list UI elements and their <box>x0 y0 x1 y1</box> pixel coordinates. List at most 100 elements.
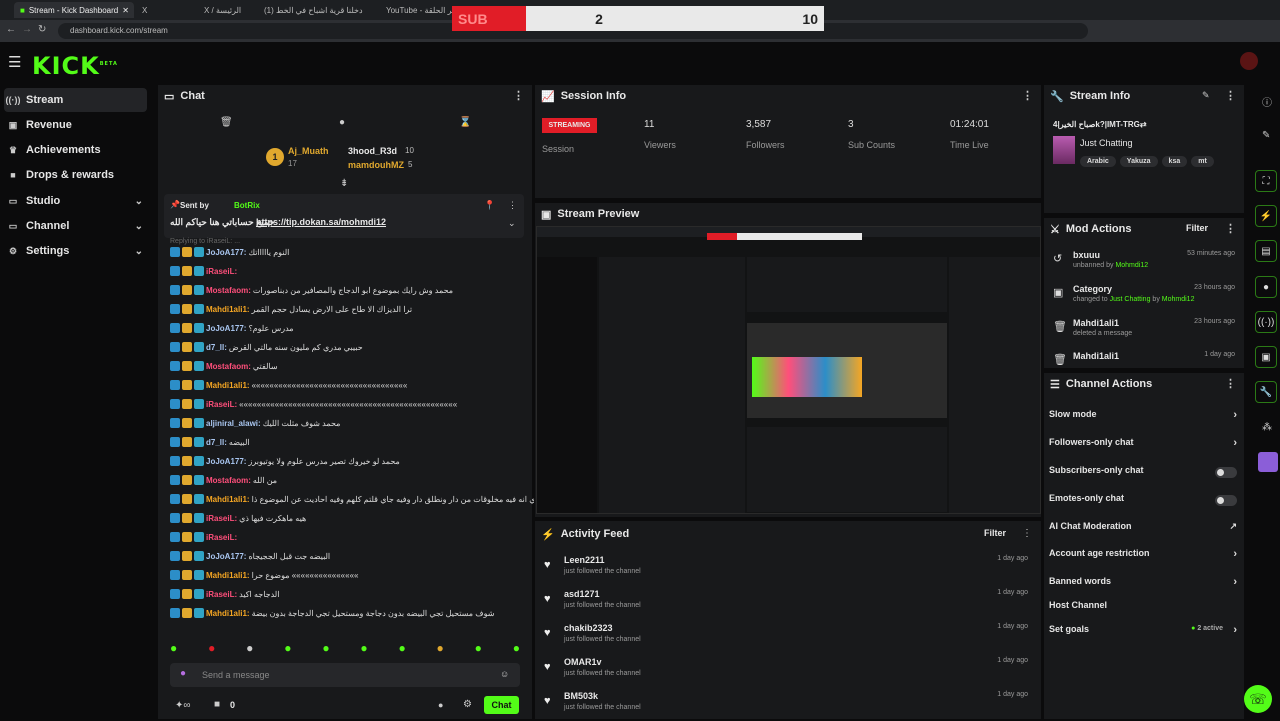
more-icon[interactable]: ⋮ <box>1225 89 1236 102</box>
banned-words-row[interactable]: Banned words › <box>1049 576 1239 592</box>
chat-bubble-icon[interactable]: ● <box>339 117 345 128</box>
activity-username[interactable]: OMAR1v <box>564 657 602 667</box>
menu-icon[interactable]: ☰ <box>8 53 21 71</box>
chat-username[interactable]: JoJoA177: <box>206 552 246 561</box>
sidebar-item-drops[interactable]: ■ Drops & rewards <box>4 163 147 187</box>
reload-icon[interactable]: ↻ <box>38 24 46 35</box>
browser-tab[interactable]: X / الرئيسة <box>198 2 258 18</box>
emotes-only-toggle[interactable] <box>1215 495 1237 506</box>
rail-flash-icon[interactable]: ⚡ <box>1255 205 1277 227</box>
share-icon[interactable]: ⁂ <box>1262 422 1272 433</box>
app-icon[interactable] <box>1258 452 1278 472</box>
chat-username[interactable]: Mostafaom: <box>206 476 251 485</box>
more-icon[interactable]: ⋮ <box>508 200 517 211</box>
more-icon[interactable]: ⋮ <box>1225 222 1236 235</box>
chat-username[interactable]: Mahdi1ali1: <box>206 571 250 580</box>
more-icon[interactable]: ⋮ <box>1022 89 1033 102</box>
sidebar-item-revenue[interactable]: ▣ Revenue <box>4 113 147 137</box>
chat-username[interactable]: Mostafaom: <box>206 286 251 295</box>
more-icon[interactable]: ⋮ <box>1225 377 1236 390</box>
edit-icon[interactable]: ✎ <box>1262 130 1270 141</box>
sidebar-item-achievements[interactable]: ♛ Achievements <box>4 138 147 162</box>
activity-username[interactable]: Leen2211 <box>564 555 605 565</box>
more-icon[interactable]: ⋮ <box>513 89 524 102</box>
followers-only-row[interactable]: Followers-only chat › <box>1049 437 1239 453</box>
trash-icon[interactable]: 🗑 <box>220 117 233 128</box>
rail-wrench-icon[interactable]: 🔧 <box>1255 381 1277 403</box>
pinned-author[interactable]: BotRix <box>234 201 260 210</box>
leader-second-name[interactable]: 3hood_R3d <box>348 146 397 156</box>
chat-username[interactable]: Mahdi1ali1: <box>206 609 250 618</box>
subscribers-only-toggle[interactable] <box>1215 467 1237 478</box>
slow-mode-row[interactable]: Slow mode › <box>1049 409 1239 425</box>
chat-username[interactable]: aljiniral_alawi: <box>206 419 261 428</box>
browser-tab[interactable]: YouTube - تم نشر الحلقة <box>380 2 452 18</box>
pinned-link[interactable]: https://tip.dokan.sa/mohmdi12 <box>256 217 386 227</box>
chat-username[interactable]: Mahdi1ali1: <box>206 495 250 504</box>
help-chat-icon[interactable]: ☏ <box>1244 685 1272 713</box>
host-channel-row[interactable]: Host Channel <box>1049 600 1239 616</box>
emoji-icon[interactable]: ☺ <box>500 669 509 679</box>
leader-first-name[interactable]: Aj_Muath <box>288 146 329 156</box>
emote-icon[interactable]: ● <box>284 641 291 657</box>
chat-username[interactable]: iRaseiL: <box>206 533 237 542</box>
emote-icon[interactable]: ● <box>246 641 253 657</box>
browser-tab[interactable]: (1) دخلنا قرية اشباح في الخط <box>258 2 378 18</box>
sidebar-item-stream[interactable]: ((·)) Stream <box>4 88 147 112</box>
rail-chat-icon[interactable]: ● <box>1255 276 1277 298</box>
gift-icon[interactable]: ■ <box>214 699 220 710</box>
scroll-down-icon[interactable]: ⇟ <box>340 178 348 189</box>
points-icon[interactable]: ✦∞ <box>175 700 191 711</box>
avatar[interactable] <box>1240 52 1258 70</box>
send-chat-button[interactable]: Chat <box>484 696 519 714</box>
chat-username[interactable]: Mostafaom: <box>206 362 251 371</box>
emote-icon[interactable]: ● <box>398 641 405 657</box>
more-icon[interactable]: ⋮ <box>1022 528 1032 539</box>
chat-username[interactable]: iRaseiL: <box>206 514 237 523</box>
chat-username[interactable]: Mahdi1ali1: <box>206 305 250 314</box>
emote-icon[interactable]: ● <box>437 641 444 657</box>
browser-tab[interactable]: ■ Stream - Kick Dashboard ✕ <box>14 2 134 18</box>
stream-preview-video[interactable] <box>536 226 1041 514</box>
emote-icon[interactable]: ● <box>360 641 367 657</box>
chat-username[interactable]: iRaseiL: <box>206 400 237 409</box>
chat-username[interactable]: JoJoA177: <box>206 457 246 466</box>
sidebar-item-channel[interactable]: ▭ Channel ⌄ <box>4 214 147 238</box>
tag[interactable]: mt <box>1191 156 1214 167</box>
chat-username[interactable]: d7_ll: <box>206 343 227 352</box>
chat-username[interactable]: JoJoA177: <box>206 248 246 257</box>
emote-icon[interactable]: ● <box>475 641 482 657</box>
gear-icon[interactable]: ⚙ <box>463 699 472 710</box>
tag[interactable]: ksa <box>1161 156 1188 167</box>
back-icon[interactable]: ← <box>6 24 16 35</box>
sidebar-item-settings[interactable]: ⚙ Settings ⌄ <box>4 239 147 263</box>
mod-filter-button[interactable]: Filter <box>1186 223 1208 233</box>
chat-username[interactable]: d7_ll: <box>206 438 227 447</box>
emote-icon[interactable]: ● <box>513 641 520 657</box>
category-name[interactable]: Just Chatting <box>1080 138 1133 148</box>
edit-icon[interactable]: ✎ <box>1202 90 1210 101</box>
emote-icon[interactable]: ● <box>208 641 215 657</box>
kick-logo[interactable]: KICKBETA <box>32 52 118 80</box>
chat-username[interactable]: iRaseiL: <box>206 590 237 599</box>
chat-username[interactable]: Mahdi1ali1: <box>206 381 250 390</box>
close-icon[interactable]: ✕ <box>122 6 129 15</box>
account-age-row[interactable]: Account age restriction › <box>1049 548 1239 564</box>
message-input[interactable]: ● Send a message ☺ <box>170 663 520 687</box>
forward-icon[interactable]: → <box>22 24 32 35</box>
ai-moderation-row[interactable]: AI Chat Moderation ↗ <box>1049 521 1239 537</box>
leader-third-name[interactable]: mamdouhMZ <box>348 160 404 170</box>
activity-username[interactable]: BM503k <box>564 691 598 701</box>
chevron-down-icon[interactable]: ⌄ <box>508 218 516 229</box>
chat-username[interactable]: iRaseiL: <box>206 267 237 276</box>
unpin-icon[interactable]: 📍 <box>484 200 495 211</box>
emote-icon[interactable]: ● <box>170 641 177 657</box>
rail-stream-icon[interactable]: ⛶ <box>1255 170 1277 192</box>
activity-username[interactable]: chakib2323 <box>564 623 613 633</box>
info-icon[interactable]: ⓘ <box>1262 94 1272 109</box>
set-goals-row[interactable]: Set goals ● 2 active › <box>1049 624 1239 640</box>
chat-bubble-icon[interactable]: ● <box>438 700 443 710</box>
rail-broadcast-icon[interactable]: ((·)) <box>1255 311 1277 333</box>
tag[interactable]: Yakuza <box>1119 156 1158 167</box>
sidebar-item-studio[interactable]: ▭ Studio ⌄ <box>4 189 147 213</box>
